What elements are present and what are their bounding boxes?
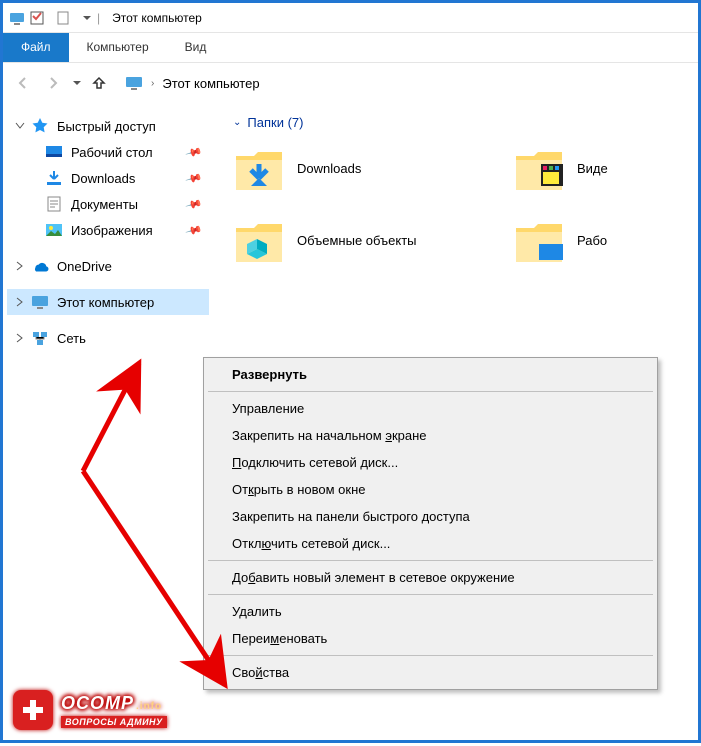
address-bar[interactable]: › Этот компьютер [117, 69, 690, 97]
pin-icon: 📌 [185, 143, 203, 161]
properties-qat-icon[interactable] [29, 10, 45, 26]
expander-icon[interactable] [13, 295, 27, 309]
cm-separator [208, 391, 653, 392]
tree-item-label: Изображения [71, 223, 153, 238]
cm-disconnect-drive[interactable]: Отключить сетевой диск... [206, 530, 655, 557]
nav-up-button[interactable] [87, 71, 111, 95]
folder-3d-objects[interactable]: Объемные объекты [233, 214, 473, 266]
tree-item-label: Документы [71, 197, 138, 212]
tree-item-label: Рабочий стол [71, 145, 153, 160]
this-pc-icon [31, 293, 49, 311]
tree-item-label: Этот компьютер [57, 295, 154, 310]
folder-downloads[interactable]: Downloads [233, 142, 473, 194]
cm-expand[interactable]: Развернуть [206, 361, 655, 388]
tab-file[interactable]: Файл [3, 33, 69, 62]
desktop-icon [45, 143, 63, 161]
tree-quick-access[interactable]: Быстрый доступ [7, 113, 209, 139]
watermark-text: OCOMP.info ВОПРОСЫ АДМИНУ [61, 693, 167, 728]
cm-pin-quick-access[interactable]: Закрепить на панели быстрого доступа [206, 503, 655, 530]
network-icon [31, 329, 49, 347]
window-title: Этот компьютер [112, 11, 202, 25]
tree-item-label: Быстрый доступ [57, 119, 156, 134]
breadcrumb-item[interactable]: Этот компьютер [162, 76, 259, 91]
tree-item-label: Сеть [57, 331, 86, 346]
watermark-suffix: .info [136, 701, 162, 712]
tab-view[interactable]: Вид [167, 33, 225, 62]
pictures-icon [45, 221, 63, 239]
ribbon-tabs: Файл Компьютер Вид [3, 33, 698, 63]
folders-grid: Downloads Виде Объемные объекты Рабо [233, 142, 688, 266]
expander-icon[interactable] [13, 331, 27, 345]
folder-3d-icon [233, 214, 285, 266]
tree-onedrive[interactable]: OneDrive [7, 253, 209, 279]
cm-separator [208, 655, 653, 656]
folder-videos-icon [513, 142, 565, 194]
cm-properties[interactable]: Свойства [206, 659, 655, 686]
tree-documents[interactable]: Документы 📌 [7, 191, 209, 217]
onedrive-icon [31, 257, 49, 275]
folders-group-header[interactable]: ⌄ Папки (7) [233, 115, 688, 130]
pin-icon: 📌 [185, 221, 203, 239]
star-icon [31, 117, 49, 135]
tree-this-pc[interactable]: Этот компьютер [7, 289, 209, 315]
folder-desktop[interactable]: Рабо [513, 214, 613, 266]
this-pc-icon [125, 74, 143, 92]
watermark-badge-icon [13, 690, 53, 730]
watermark-tagline: ВОПРОСЫ АДМИНУ [61, 716, 167, 728]
qat-dropdown-icon[interactable] [83, 16, 91, 20]
breadcrumb-chevron-icon[interactable]: › [151, 78, 154, 89]
cm-separator [208, 560, 653, 561]
quick-access-toolbar [29, 10, 91, 26]
cm-separator [208, 594, 653, 595]
tree-item-label: Downloads [71, 171, 135, 186]
expander-icon[interactable] [13, 119, 27, 133]
folder-label: Объемные объекты [297, 233, 417, 248]
pin-icon: 📌 [185, 195, 203, 213]
cm-manage[interactable]: Управление [206, 395, 655, 422]
titlebar-separator: | [97, 11, 100, 25]
folder-videos[interactable]: Виде [513, 142, 613, 194]
nav-recent-dropdown-icon[interactable] [73, 81, 81, 85]
new-folder-qat-icon[interactable] [55, 10, 71, 26]
expander-icon[interactable] [13, 259, 27, 273]
cm-open-new-window[interactable]: Открыть в новом окне [206, 476, 655, 503]
nav-bar: › Этот компьютер [3, 63, 698, 103]
tree-item-label: OneDrive [57, 259, 112, 274]
documents-icon [45, 195, 63, 213]
cm-rename[interactable]: Переименовать [206, 625, 655, 652]
downloads-icon [45, 169, 63, 187]
tree-downloads[interactable]: Downloads 📌 [7, 165, 209, 191]
folder-label: Рабо [577, 233, 607, 248]
nav-back-button[interactable] [11, 71, 35, 95]
folder-downloads-icon [233, 142, 285, 194]
folder-label: Downloads [297, 161, 361, 176]
tree-network[interactable]: Сеть [7, 325, 209, 351]
folder-desktop-icon [513, 214, 565, 266]
tree-pictures[interactable]: Изображения 📌 [7, 217, 209, 243]
cm-map-drive[interactable]: Подключить сетевой диск... [206, 449, 655, 476]
cm-pin-start[interactable]: Закрепить на начальном экране [206, 422, 655, 449]
group-header-label: Папки (7) [247, 115, 303, 130]
chevron-down-icon: ⌄ [233, 117, 241, 128]
nav-forward-button[interactable] [41, 71, 65, 95]
tab-computer[interactable]: Компьютер [69, 33, 167, 62]
title-bar: | Этот компьютер [3, 3, 698, 33]
pin-icon: 📌 [185, 169, 203, 187]
app-icon [9, 10, 25, 26]
context-menu: Развернуть Управление Закрепить на начал… [203, 357, 658, 690]
tree-desktop[interactable]: Рабочий стол 📌 [7, 139, 209, 165]
cm-delete[interactable]: Удалить [206, 598, 655, 625]
folder-label: Виде [577, 161, 608, 176]
navigation-pane: Быстрый доступ Рабочий стол 📌 Downloads … [3, 103, 213, 740]
cm-add-network-location[interactable]: Добавить новый элемент в сетевое окружен… [206, 564, 655, 591]
watermark: OCOMP.info ВОПРОСЫ АДМИНУ [13, 690, 167, 730]
watermark-brand: OCOMP [61, 693, 134, 713]
